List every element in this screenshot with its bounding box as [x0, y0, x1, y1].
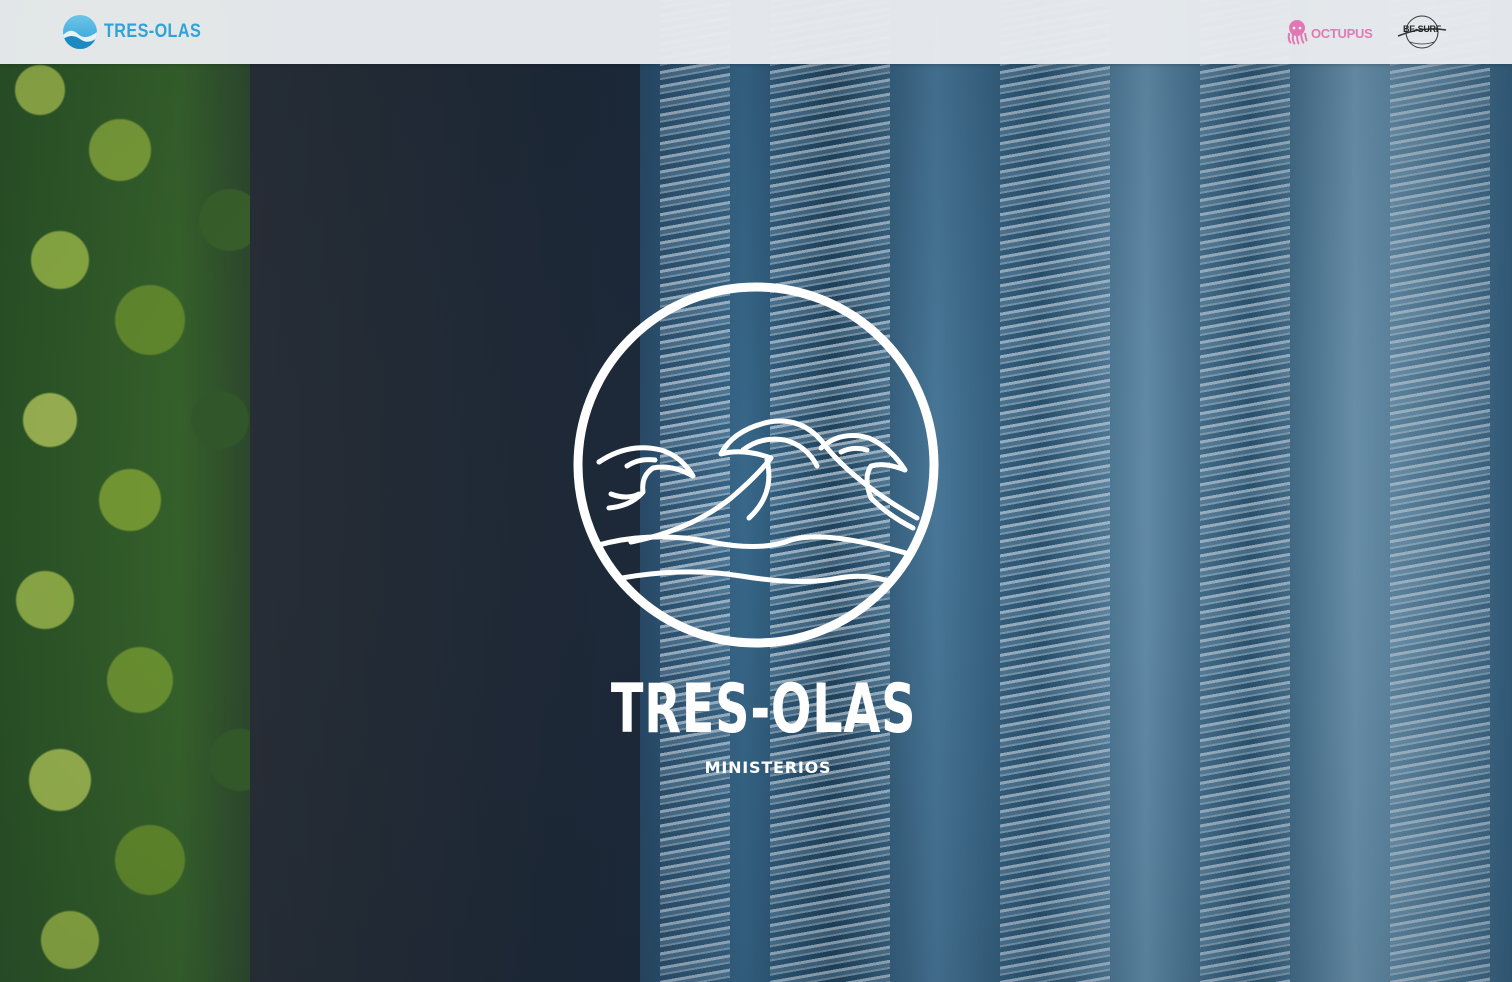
partner-octupus-link[interactable]: OCTUPUS [1286, 14, 1373, 50]
brand-home-link[interactable]: TRES-OLAS [63, 15, 218, 49]
partner-besurf-link[interactable]: BE-SURF [1396, 14, 1448, 50]
octopus-icon [1287, 20, 1308, 45]
hero-title: TRES-OLAS [610, 670, 917, 749]
partner-octupus-name: OCTUPUS [1311, 25, 1373, 41]
brand-name: TRES-OLAS [104, 21, 202, 42]
three-waves-circle-icon [573, 282, 939, 648]
partner-besurf-name: BE-SURF [1403, 24, 1441, 34]
hero-subtitle: MINISTERIOS [704, 758, 832, 777]
site-header: TRES-OLAS OCTUPUS BE-SURF [0, 0, 1512, 64]
hero-logo: TRES-OLAS MINISTERIOS [570, 280, 942, 777]
wave-circle-icon [63, 15, 97, 49]
